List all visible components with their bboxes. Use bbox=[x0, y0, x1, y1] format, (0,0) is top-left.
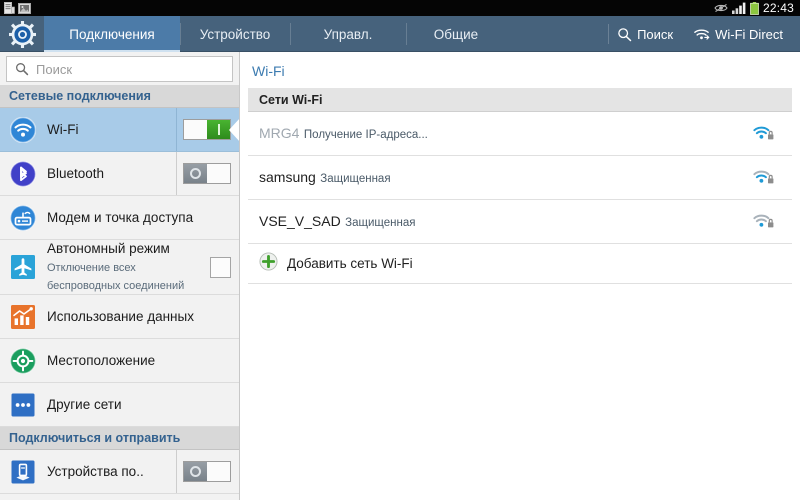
network-row-mrg4-text: MRG4 Получение IP-адреса... bbox=[259, 125, 744, 143]
sidebar-item-bluetooth-text: Bluetooth bbox=[47, 165, 177, 183]
network-name: samsung bbox=[259, 168, 316, 185]
nearby-devices-icon bbox=[9, 458, 37, 486]
network-row-mrg4[interactable]: MRG4 Получение IP-адреса... bbox=[248, 112, 792, 156]
tab-connections[interactable]: Подключения bbox=[44, 16, 180, 52]
battery-icon bbox=[750, 1, 759, 15]
hotspot-router-icon bbox=[9, 204, 37, 232]
network-row-samsung[interactable]: samsung Защищенная bbox=[248, 156, 792, 200]
network-status: Защищенная bbox=[320, 172, 391, 185]
search-button[interactable]: Поиск bbox=[608, 16, 682, 52]
sidebar-item-location[interactable]: Местоположение bbox=[0, 339, 239, 383]
sidebar-item-airplane-mode-text: Автономный режим Отключение всех беспров… bbox=[47, 240, 204, 294]
sidebar-item-location-text: Местоположение bbox=[47, 352, 231, 370]
sidebar-item-nearby-devices[interactable]: Устройства по.. bbox=[0, 450, 239, 494]
search-button-label: Поиск bbox=[637, 26, 674, 42]
status-bar-right-icons: 22:43 bbox=[714, 0, 796, 16]
sidebar-item-nearby-devices-control bbox=[176, 450, 231, 493]
sidebar-item-airplane-mode[interactable]: Автономный режим Отключение всех беспров… bbox=[0, 240, 239, 295]
tab-device[interactable]: Устройство bbox=[180, 16, 290, 52]
add-wifi-network-label: Добавить сеть Wi-Fi bbox=[287, 256, 413, 271]
tab-controls-label: Управл. bbox=[323, 26, 373, 42]
action-bar: Подключения Устройство Управл. Общие Пои… bbox=[0, 16, 800, 52]
eye-icon bbox=[714, 3, 728, 13]
tablet-screen: 22:43 Подключения Устройство Управл. Общ… bbox=[0, 0, 800, 500]
sidebar-item-wifi-control bbox=[176, 108, 231, 151]
selected-row-arrow-icon bbox=[229, 117, 239, 142]
airplane-icon bbox=[9, 253, 37, 281]
network-row-vse-v-sad-text: VSE_V_SAD Защищенная bbox=[259, 213, 744, 231]
tab-connections-label: Подключения bbox=[69, 26, 155, 42]
network-row-vse-v-sad[interactable]: VSE_V_SAD Защищенная bbox=[248, 200, 792, 244]
sidebar-item-bluetooth-label: Bluetooth bbox=[47, 165, 105, 181]
status-bar-left-icons bbox=[4, 2, 31, 14]
sidebar-item-data-usage[interactable]: Использование данных bbox=[0, 295, 239, 339]
network-name: VSE_V_SAD bbox=[259, 212, 341, 229]
network-status: Получение IP-адреса... bbox=[303, 128, 428, 141]
sidebar-item-more-networks[interactable]: Другие сети bbox=[0, 383, 239, 427]
wifi-direct-button[interactable]: Wi-Fi Direct bbox=[684, 16, 792, 52]
sidebar-item-airplane-mode-sublabel: Отключение всех беспроводных соединений bbox=[47, 262, 185, 292]
sidebar-item-more-networks-text: Другие сети bbox=[47, 396, 231, 414]
screenshot-image-icon bbox=[18, 2, 31, 14]
sidebar-item-nearby-devices-label: Устройства по.. bbox=[47, 463, 144, 479]
sidebar-item-airplane-mode-control bbox=[210, 256, 231, 278]
wifi-direct-icon bbox=[694, 29, 710, 40]
sidebar-search-row: Поиск bbox=[0, 52, 239, 85]
search-icon bbox=[16, 63, 29, 76]
wifi-direct-button-label: Wi-Fi Direct bbox=[715, 26, 783, 42]
tab-controls[interactable]: Управл. bbox=[290, 16, 406, 52]
sidebar-item-screen-mirroring[interactable]: Screen Mirroring bbox=[0, 494, 239, 500]
content-area: Поиск Сетевые подключения Wi-Fi Bluetoot… bbox=[0, 52, 800, 500]
wifi-icon bbox=[9, 116, 37, 144]
page-title: Wi-Fi bbox=[252, 63, 285, 79]
network-name: MRG4 bbox=[259, 124, 300, 141]
search-icon bbox=[618, 27, 632, 41]
sidebar-section-network-connections: Сетевые подключения bbox=[0, 85, 239, 108]
sidebar-item-wifi-text: Wi-Fi bbox=[47, 121, 177, 139]
tab-general[interactable]: Общие bbox=[406, 16, 506, 52]
network-row-samsung-text: samsung Защищенная bbox=[259, 169, 744, 187]
sidebar-item-location-label: Местоположение bbox=[47, 352, 156, 368]
sidebar-item-bluetooth-control bbox=[176, 152, 231, 195]
sidebar-item-data-usage-label: Использование данных bbox=[47, 308, 194, 324]
location-crosshair-icon bbox=[9, 347, 37, 375]
sidebar-item-wifi-label: Wi-Fi bbox=[47, 121, 79, 137]
sidebar-item-wifi[interactable]: Wi-Fi bbox=[0, 108, 239, 152]
add-wifi-network-button[interactable]: Добавить сеть Wi-Fi bbox=[248, 244, 792, 284]
action-bar-actions: Поиск Wi-Fi Direct bbox=[608, 16, 800, 52]
network-status: Защищенная bbox=[345, 216, 416, 229]
airplane-mode-checkbox[interactable] bbox=[210, 256, 231, 278]
wifi-signal-secured-icon bbox=[752, 125, 774, 142]
settings-gear-icon[interactable] bbox=[0, 16, 44, 52]
status-bar: 22:43 bbox=[0, 0, 800, 16]
wifi-toggle[interactable] bbox=[183, 119, 231, 140]
tab-general-label: Общие bbox=[433, 26, 479, 42]
tab-device-label: Устройство bbox=[199, 26, 271, 42]
status-bar-clock: 22:43 bbox=[762, 1, 794, 15]
sidebar-item-airplane-mode-label: Автономный режим bbox=[47, 241, 170, 256]
sidebar-item-nearby-devices-text: Устройства по.. bbox=[47, 463, 177, 481]
sidebar-item-bluetooth[interactable]: Bluetooth bbox=[0, 152, 239, 196]
wifi-signal-secured-icon bbox=[752, 169, 774, 186]
sim-card-icon bbox=[4, 2, 15, 14]
signal-bars-icon bbox=[731, 2, 746, 14]
wifi-signal-secured-icon bbox=[752, 213, 774, 230]
sidebar-item-more-networks-label: Другие сети bbox=[47, 396, 122, 412]
data-usage-chart-icon bbox=[9, 303, 37, 331]
search-input-placeholder: Поиск bbox=[36, 61, 73, 77]
nearby-devices-toggle[interactable] bbox=[183, 461, 231, 482]
sidebar-item-data-usage-text: Использование данных bbox=[47, 308, 231, 326]
plus-icon bbox=[259, 251, 278, 276]
more-networks-dots-icon bbox=[9, 391, 37, 419]
search-input[interactable]: Поиск bbox=[6, 56, 233, 82]
sidebar-item-tethering-label: Модем и точка доступа bbox=[47, 209, 194, 225]
bluetooth-toggle[interactable] bbox=[183, 163, 231, 184]
wifi-networks-section-header: Сети Wi-Fi bbox=[248, 88, 792, 112]
sidebar-item-tethering[interactable]: Модем и точка доступа bbox=[0, 196, 239, 240]
wifi-panel: Wi-Fi Сети Wi-Fi MRG4 Получение IP-адрес… bbox=[240, 52, 800, 500]
sidebar-section-connect-and-share: Подключиться и отправить bbox=[0, 427, 239, 450]
settings-sidebar: Поиск Сетевые подключения Wi-Fi Bluetoot… bbox=[0, 52, 240, 500]
bluetooth-icon bbox=[9, 160, 37, 188]
sidebar-item-tethering-text: Модем и точка доступа bbox=[47, 209, 231, 227]
